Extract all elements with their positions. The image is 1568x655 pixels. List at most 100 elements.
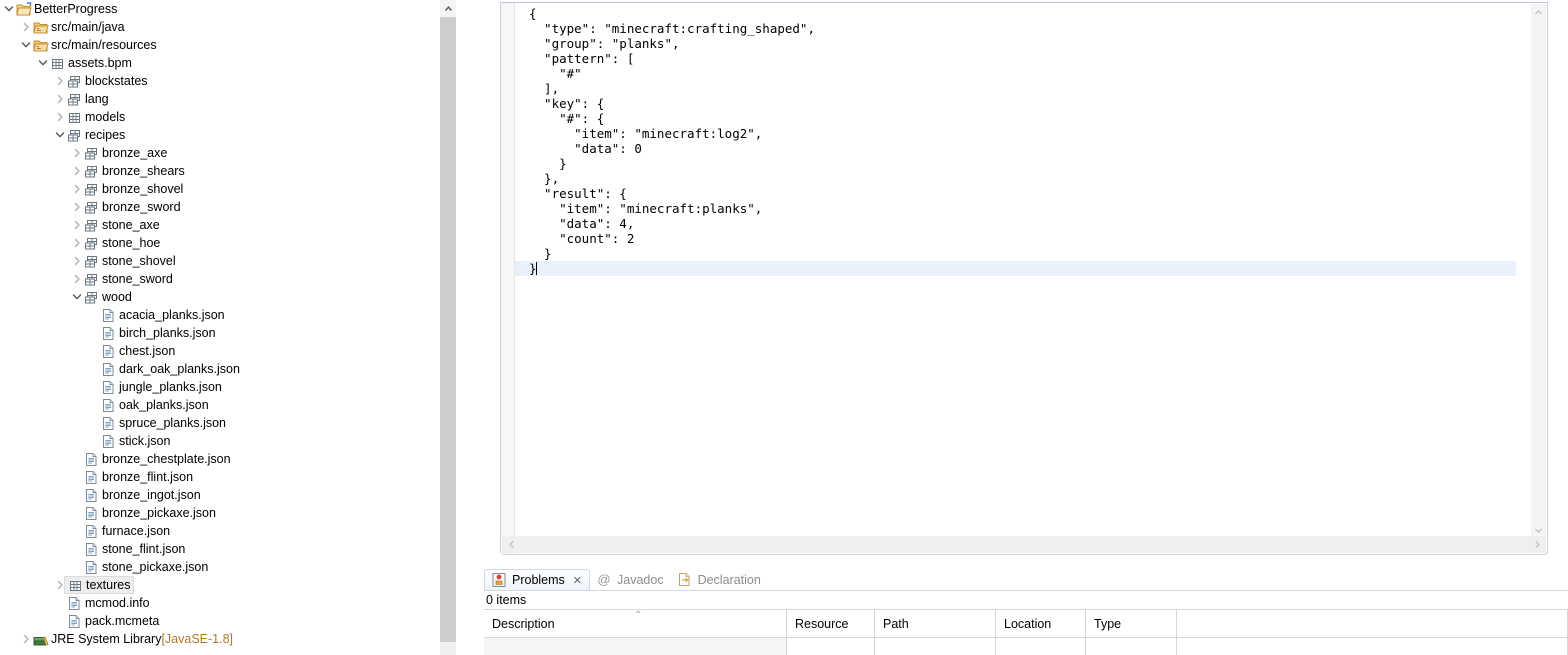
tree-item-stone-axe[interactable]: stone_axe <box>0 216 456 234</box>
tree-item-content[interactable]: chest.json <box>100 343 175 359</box>
scroll-up-arrow-icon[interactable] <box>440 0 456 17</box>
tree-item-textures[interactable]: textures <box>0 576 456 594</box>
code-line[interactable]: "pattern": [ <box>515 51 1516 66</box>
tab-declaration[interactable]: Declaration <box>671 569 768 590</box>
tree-item-bronze-shovel[interactable]: bronze_shovel <box>0 180 456 198</box>
project-tree[interactable]: BetterProgress src/main/java src/main/reso… <box>0 0 456 648</box>
tree-item-models[interactable]: models <box>0 108 456 126</box>
tree-item-content[interactable]: recipes <box>66 127 125 143</box>
tree-item-content[interactable]: dark_oak_planks.json <box>100 361 240 377</box>
chevron-down-icon[interactable] <box>19 36 32 54</box>
tree-item-content[interactable]: bronze_flint.json <box>83 469 193 485</box>
chevron-down-icon[interactable] <box>36 54 49 72</box>
tree-item-content[interactable]: models <box>66 109 125 125</box>
explorer-editor-sash[interactable] <box>456 0 484 655</box>
chevron-right-icon[interactable] <box>70 252 83 270</box>
tree-item-bronze-axe[interactable]: bronze_axe <box>0 144 456 162</box>
code-line[interactable]: "count": 2 <box>515 231 1516 246</box>
tree-item-spruce-planks-json[interactable]: spruce_planks.json <box>0 414 456 432</box>
chevron-right-icon[interactable] <box>53 108 66 126</box>
tree-item-content[interactable]: bronze_sword <box>83 199 181 215</box>
tree-item-birch-planks-json[interactable]: birch_planks.json <box>0 324 456 342</box>
tree-item-stone-pickaxe-json[interactable]: stone_pickaxe.json <box>0 558 456 576</box>
chevron-right-icon[interactable] <box>70 198 83 216</box>
tree-item-src-main-resources[interactable]: src/main/resources <box>0 36 456 54</box>
tree-item-content[interactable]: wood <box>83 289 132 305</box>
editor-scroll-left-icon[interactable] <box>502 536 519 553</box>
chevron-right-icon[interactable] <box>70 216 83 234</box>
chevron-right-icon[interactable] <box>70 270 83 288</box>
editor-gutter[interactable] <box>501 3 515 554</box>
tree-item-jre-system-library[interactable]: JRE System Library [JavaSE-1.8] <box>0 630 456 648</box>
tree-item-content[interactable]: src/main/java <box>32 19 125 35</box>
tree-item-chest-json[interactable]: chest.json <box>0 342 456 360</box>
tree-item-content[interactable]: pack.mcmeta <box>66 613 159 629</box>
tree-item-content[interactable]: furnace.json <box>83 523 170 539</box>
chevron-down-icon[interactable] <box>70 288 83 306</box>
editor-vertical-scrollbar[interactable] <box>1531 4 1546 539</box>
explorer-scroll-thumb[interactable] <box>440 17 456 642</box>
code-line[interactable]: "group": "planks", <box>515 36 1516 51</box>
tree-item-content[interactable]: blockstates <box>66 73 148 89</box>
tree-item-bronze-flint-json[interactable]: bronze_flint.json <box>0 468 456 486</box>
editor-text-content[interactable]: { "type": "minecraft:crafting_shaped", "… <box>515 3 1516 535</box>
tree-item-dark-oak-planks-json[interactable]: dark_oak_planks.json <box>0 360 456 378</box>
tree-item-content[interactable]: stone_hoe <box>83 235 160 251</box>
chevron-right-icon[interactable] <box>53 90 66 108</box>
code-line[interactable]: "type": "minecraft:crafting_shaped", <box>515 21 1516 36</box>
code-line[interactable]: } <box>515 156 1516 171</box>
tree-item-content[interactable]: birch_planks.json <box>100 325 216 341</box>
chevron-right-icon[interactable] <box>70 234 83 252</box>
tree-item-content[interactable]: bronze_chestplate.json <box>83 451 231 467</box>
tree-item-oak-planks-json[interactable]: oak_planks.json <box>0 396 456 414</box>
tree-item-content[interactable]: bronze_pickaxe.json <box>83 505 216 521</box>
tree-item-mcmod-info[interactable]: mcmod.info <box>0 594 456 612</box>
code-line[interactable]: "data": 4, <box>515 216 1516 231</box>
tree-item-content[interactable]: lang <box>66 91 109 107</box>
tree-item-bronze-chestplate-json[interactable]: bronze_chestplate.json <box>0 450 456 468</box>
tree-item-content[interactable]: stone_shovel <box>83 253 176 269</box>
chevron-right-icon[interactable] <box>70 180 83 198</box>
tree-item-content[interactable]: acacia_planks.json <box>100 307 225 323</box>
code-line[interactable]: } <box>515 246 1516 261</box>
tree-item-content[interactable]: jungle_planks.json <box>100 379 222 395</box>
tree-item-bronze-pickaxe-json[interactable]: bronze_pickaxe.json <box>0 504 456 522</box>
editor-scroll-right-icon[interactable] <box>1529 536 1546 553</box>
tree-item-content[interactable]: stick.json <box>100 433 170 449</box>
tree-item-wood[interactable]: wood <box>0 288 456 306</box>
tree-item-lang[interactable]: lang <box>0 90 456 108</box>
code-line[interactable]: "#": { <box>515 111 1516 126</box>
code-line[interactable]: "#" <box>515 66 1516 81</box>
editor-horizontal-scrollbar[interactable] <box>502 536 1546 553</box>
tree-item-content[interactable]: bronze_shears <box>83 163 185 179</box>
column-header-path[interactable]: Path <box>875 610 996 637</box>
code-line[interactable]: "key": { <box>515 96 1516 111</box>
tree-item-stick-json[interactable]: stick.json <box>0 432 456 450</box>
tree-item-content[interactable]: bronze_axe <box>83 145 167 161</box>
tree-item-stone-flint-json[interactable]: stone_flint.json <box>0 540 456 558</box>
tree-item-assets-bpm[interactable]: assets.bpm <box>0 54 456 72</box>
explorer-vertical-scrollbar[interactable] <box>440 0 456 655</box>
chevron-right-icon[interactable] <box>70 144 83 162</box>
code-line[interactable]: ], <box>515 81 1516 96</box>
tree-item-content[interactable]: mcmod.info <box>66 595 150 611</box>
tree-item-content[interactable]: oak_planks.json <box>100 397 209 413</box>
code-line[interactable]: "item": "minecraft:planks", <box>515 201 1516 216</box>
tree-item-recipes[interactable]: recipes <box>0 126 456 144</box>
tree-item-content[interactable]: bronze_shovel <box>83 181 183 197</box>
tab-javadoc[interactable]: @ Javadoc <box>590 569 671 590</box>
tree-item-src-main-java[interactable]: src/main/java <box>0 18 456 36</box>
column-header-blank[interactable] <box>1177 610 1568 637</box>
editor-scroll-up-icon[interactable] <box>1531 4 1546 20</box>
column-header-location[interactable]: Location <box>996 610 1086 637</box>
chevron-right-icon[interactable] <box>19 630 32 648</box>
tree-item-content[interactable]: spruce_planks.json <box>100 415 226 431</box>
chevron-right-icon[interactable] <box>19 18 32 36</box>
code-line[interactable]: }, <box>515 171 1516 186</box>
tree-item-bronze-shears[interactable]: bronze_shears <box>0 162 456 180</box>
tree-item-betterprogress[interactable]: BetterProgress <box>0 0 456 18</box>
tree-item-pack-mcmeta[interactable]: pack.mcmeta <box>0 612 456 630</box>
tree-item-blockstates[interactable]: blockstates <box>0 72 456 90</box>
code-line[interactable]: } <box>515 261 1516 276</box>
tree-item-jungle-planks-json[interactable]: jungle_planks.json <box>0 378 456 396</box>
